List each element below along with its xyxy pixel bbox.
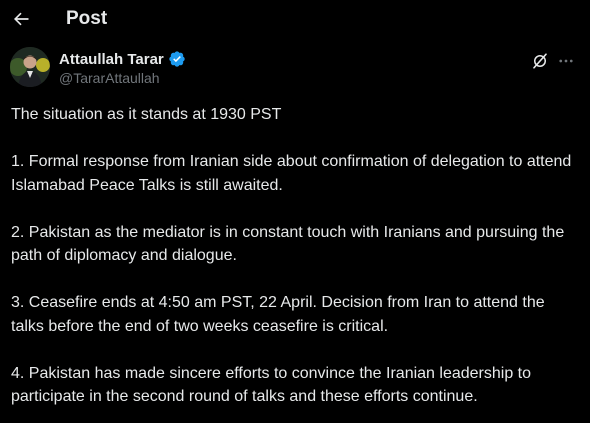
post-paragraph: 3. Ceasefire ends at 4:50 am PST, 22 Apr…	[11, 294, 545, 335]
verified-badge-icon	[169, 51, 185, 67]
avatar-image	[10, 47, 50, 87]
back-button[interactable]	[4, 4, 38, 34]
post-paragraph: The situation as it stands at 1930 PST	[11, 106, 282, 123]
grok-button[interactable]	[529, 50, 551, 72]
more-options-button[interactable]	[555, 50, 577, 72]
post-paragraph: 4. Pakistan has made sincere efforts to …	[11, 364, 532, 406]
post-paragraph: 1. Formal response from Iranian side abo…	[11, 153, 572, 194]
author-display-name[interactable]: Attaullah Tarar	[59, 51, 164, 68]
arrow-left-icon	[14, 12, 29, 26]
more-horizontal-icon	[559, 59, 573, 63]
page-title: Post	[66, 8, 108, 29]
post-paragraph: 2. Pakistan as the mediator is in consta…	[11, 223, 565, 265]
post-header: Post	[0, 0, 590, 40]
author-handle[interactable]: @TararAttaullah	[59, 70, 160, 86]
author-row: Attaullah Tarar @TararAttaullah	[0, 42, 590, 92]
avatar[interactable]	[10, 47, 50, 87]
post-text: The situation as it stands at 1930 PST 1…	[11, 103, 581, 409]
author-name-wrap: Attaullah Tarar	[59, 50, 186, 68]
grok-icon	[533, 53, 547, 69]
